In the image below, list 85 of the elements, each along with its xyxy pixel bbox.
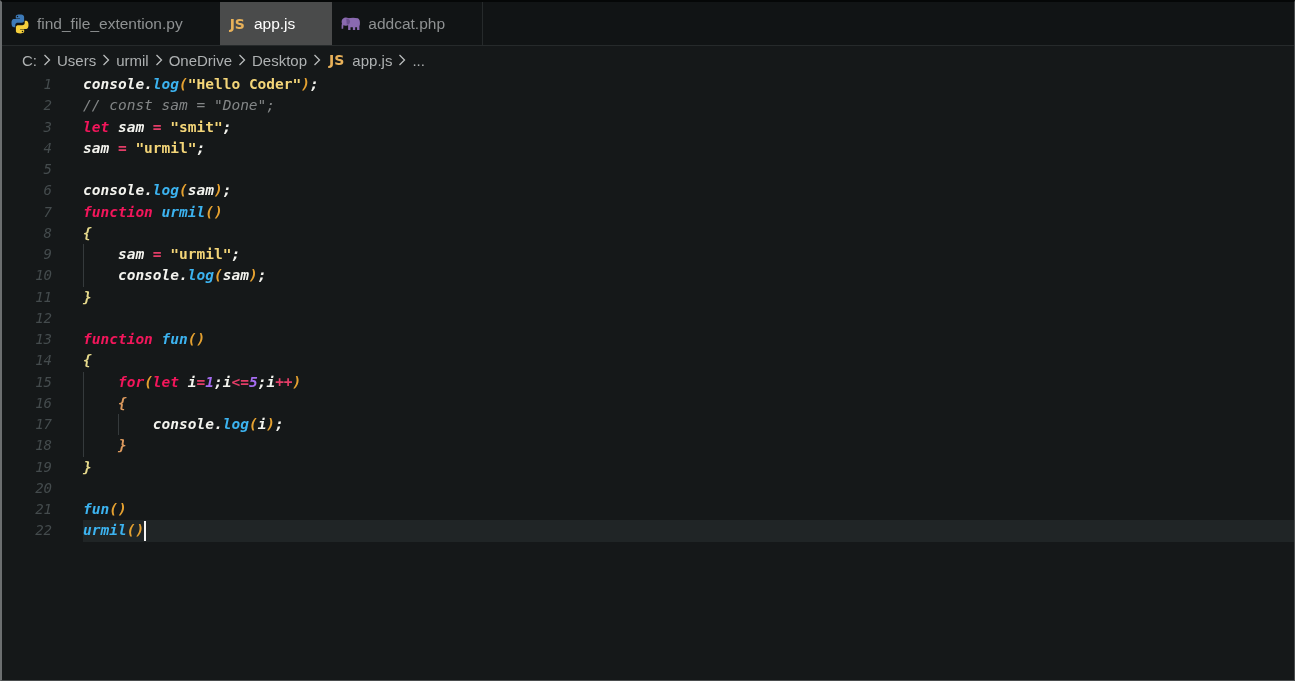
code-text: console.: [83, 181, 153, 201]
elephant-icon: [340, 16, 362, 31]
parenthesis: (: [248, 415, 258, 434]
breadcrumb-item[interactable]: Desktop: [252, 51, 308, 69]
code-text: sam: [83, 138, 111, 158]
number-literal: 1: [205, 372, 214, 392]
operator: =: [196, 372, 206, 392]
chevron-right-icon: [154, 54, 163, 66]
chevron-right-icon: [313, 54, 322, 66]
function-name: log: [152, 75, 180, 94]
keyword-text: let: [83, 117, 110, 137]
chevron-right-icon: [43, 54, 51, 66]
breadcrumb-item[interactable]: app.js: [352, 51, 393, 69]
function-name: fun: [160, 330, 188, 349]
parenthesis: (: [179, 181, 188, 201]
code-text: i: [186, 372, 197, 392]
parenthesis: ): [214, 181, 223, 201]
breadcrumb-item[interactable]: ...: [412, 51, 425, 69]
code-text: ;i: [257, 372, 276, 392]
editor-tab[interactable]: JS app.js: [219, 2, 333, 45]
curly-brace: {: [117, 393, 127, 413]
curly-brace: {: [83, 351, 92, 371]
keyword-text: for: [117, 372, 145, 392]
string-literal: "urmil": [169, 245, 232, 264]
keyword-text: function: [83, 202, 153, 222]
operator: =: [152, 245, 162, 264]
function-name: fun: [83, 500, 110, 519]
breadcrumb-item[interactable]: Users: [57, 51, 97, 69]
function-name: log: [187, 266, 214, 286]
operator: =: [117, 138, 127, 158]
breadcrumb-item[interactable]: C:: [22, 51, 37, 69]
text-cursor: [144, 520, 147, 541]
code-text: sam: [187, 181, 214, 201]
breadcrumb-item[interactable]: OneDrive: [168, 51, 233, 69]
function-name: urmil: [160, 202, 206, 222]
code-text: sam: [117, 245, 146, 264]
chevron-right-icon: [398, 54, 407, 66]
curly-brace: }: [117, 436, 127, 456]
code-text: sam: [116, 117, 146, 137]
parenthesis: (: [144, 372, 153, 392]
parenthesis: (): [126, 521, 145, 541]
parenthesis: (: [179, 75, 188, 94]
curly-brace: }: [83, 457, 92, 477]
js-icon: JS: [227, 15, 247, 32]
curly-brace: }: [83, 287, 92, 307]
operator: =: [152, 117, 162, 137]
code-text: console.: [83, 75, 153, 94]
comment-text: // const sam = "Done";: [83, 96, 276, 116]
code-text: ;: [196, 138, 206, 158]
code-text: ;: [310, 75, 319, 94]
string-literal: "smit": [169, 117, 223, 137]
code-text: sam: [222, 266, 249, 286]
parenthesis: (): [205, 202, 223, 222]
code-text: ;: [275, 415, 284, 434]
operator: <=: [231, 372, 249, 392]
parenthesis: (: [213, 266, 223, 286]
parenthesis: (): [109, 500, 127, 519]
parenthesis: (): [187, 330, 206, 349]
string-literal: "Hello Coder": [187, 75, 302, 94]
function-name: urmil: [83, 521, 127, 541]
python-logo-icon: [10, 13, 30, 34]
function-name: log: [152, 181, 180, 201]
parenthesis: ): [301, 75, 310, 94]
code-text: console.: [117, 266, 188, 286]
code-text: ;: [222, 181, 232, 201]
code-text: i: [257, 415, 267, 434]
code-text: ;i: [214, 372, 232, 392]
code-text: ;: [222, 117, 232, 137]
code-text: console.: [152, 415, 223, 434]
keyword-text: let: [152, 372, 180, 392]
parenthesis: ): [248, 266, 258, 286]
operator: ++: [275, 372, 293, 392]
parenthesis: ): [266, 415, 276, 434]
keyword-text: function: [83, 330, 153, 349]
function-name: log: [222, 415, 249, 434]
js-icon: JS: [327, 52, 347, 68]
number-literal: 5: [248, 372, 258, 392]
curly-brace: {: [83, 223, 92, 243]
code-text: ;: [257, 266, 267, 286]
code-text: ;: [231, 245, 241, 264]
string-literal: "urmil": [134, 138, 197, 158]
parenthesis: ): [292, 372, 302, 392]
breadcrumb-item[interactable]: urmil: [116, 51, 149, 69]
chevron-right-icon: [102, 54, 111, 66]
chevron-right-icon: [238, 54, 247, 66]
